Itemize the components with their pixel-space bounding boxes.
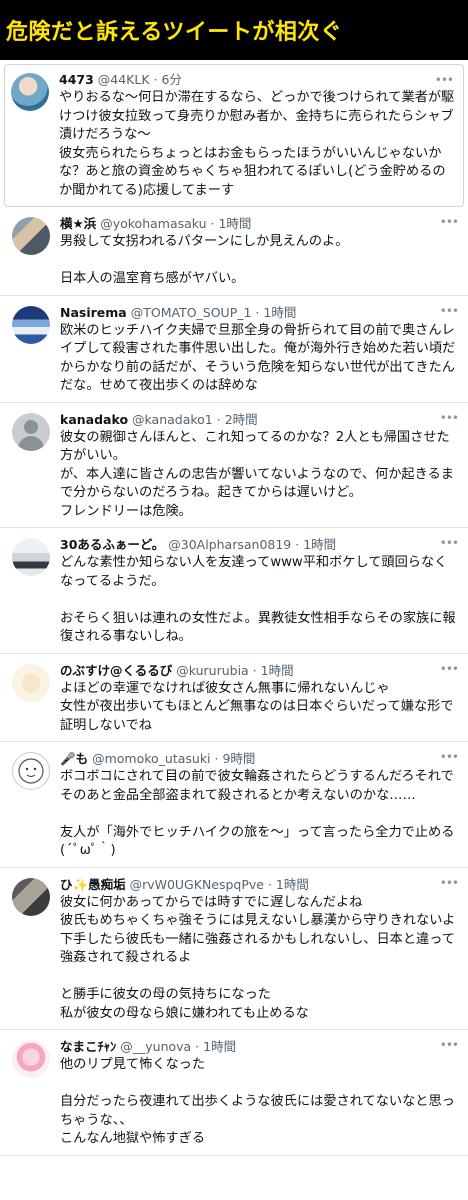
user-handle[interactable]: @yokohamasaku — [100, 216, 206, 231]
tweet-item[interactable]: 🎤も @momoko_utasuki · 9時間 ボコボコにされて目の前で彼女輪… — [0, 742, 468, 868]
tweet-text: 男殺して女拐われるパターンにしか見えんのよ。 日本人の温室育ち感がヤバい。 — [60, 234, 349, 286]
tweet-time[interactable]: 1時間 — [263, 305, 296, 320]
tweet-feed: 4473 @44KLK · 6分 やりおるな〜何日か滞在するなら、どっかで後つけ… — [0, 64, 468, 1156]
user-handle[interactable]: @TOMATO_SOUP_1 — [131, 305, 252, 320]
avatar[interactable] — [12, 1040, 50, 1078]
tweet-time[interactable]: 1時間 — [303, 537, 336, 552]
user-name[interactable]: 30あるふぁーど。 — [60, 537, 164, 552]
tweet-text: 他のリプ見て怖くなった 自分だったら夜連れて出歩くような彼氏には愛されてないなと… — [60, 1057, 455, 1146]
user-handle[interactable]: @rvW0UGKNespqPve — [130, 877, 264, 892]
more-dots-icon[interactable]: ••• — [440, 750, 459, 764]
tweet-text: 欧米のヒッチハイク夫婦で旦那全身の骨折られて目の前で奥さんレイプして殺害された事… — [60, 322, 456, 394]
more-dots-icon[interactable]: ••• — [440, 411, 459, 425]
tweet-time[interactable]: 9時間 — [222, 751, 255, 766]
headline-title: 危険だと訴えるツイートが相次ぐ — [6, 20, 343, 45]
tweet-item[interactable]: 30あるふぁーど。 @30Alpharsan0819 · 1時間 どんな素性か知… — [0, 528, 468, 654]
more-dots-icon[interactable]: ••• — [440, 1038, 459, 1052]
tweet-item[interactable]: Nasirema @TOMATO_SOUP_1 · 1時間 欧米のヒッチハイク夫… — [0, 296, 468, 403]
user-handle[interactable]: @momoko_utasuki — [92, 751, 210, 766]
user-handle[interactable]: @30Alpharsan0819 — [168, 537, 291, 552]
user-name[interactable]: 🎤も — [60, 751, 88, 766]
tweet-text: 彼女に何かあってからでは時すでに遅しなんだよね 彼氏もめちゃくちゃ強そうには見え… — [60, 894, 456, 1021]
user-handle[interactable]: @kanadako1 — [132, 412, 213, 427]
tweet-item[interactable]: なまこﾁｬﾝ @__yunova · 1時間 他のリプ見て怖くなった 自分だった… — [0, 1030, 468, 1156]
tweet-text: よほどの幸運でなければ彼女さん無事に帰れないんじゃ 女性が夜出歩いてもほとんど無… — [60, 680, 454, 733]
user-handle[interactable]: @__yunova — [120, 1039, 191, 1054]
more-dots-icon[interactable]: ••• — [440, 536, 459, 550]
more-dots-icon[interactable]: ••• — [440, 215, 459, 229]
user-name[interactable]: ひ✨愚痴垢 — [60, 877, 126, 892]
avatar[interactable] — [12, 217, 50, 255]
user-name[interactable]: kanadako — [60, 412, 128, 427]
tweet-item[interactable]: kanadako @kanadako1 · 2時間 彼女の親御さんほんと、これ知… — [0, 403, 468, 528]
avatar[interactable] — [12, 305, 50, 344]
more-dots-icon[interactable]: ••• — [435, 73, 454, 87]
tweet-text: ボコボコにされて目の前で彼女輪姦されたらどうするんだろそれでそのあと金品全部盗ま… — [60, 769, 455, 858]
user-handle[interactable]: @kururubia — [176, 663, 248, 678]
tweet-time[interactable]: 6分 — [161, 72, 181, 87]
tweet-item[interactable]: 横★浜 @yokohamasaku · 1時間 男殺して女拐われるパターンにしか… — [0, 207, 468, 296]
avatar[interactable] — [12, 663, 50, 702]
tweet-item[interactable]: ひ✨愚痴垢 @rvW0UGKNespqPve · 1時間 彼女に何かあってからで… — [0, 868, 468, 1030]
user-name[interactable]: なまこﾁｬﾝ — [60, 1039, 116, 1054]
more-dots-icon[interactable]: ••• — [440, 304, 459, 318]
avatar[interactable] — [12, 752, 50, 790]
user-name[interactable]: Nasirema — [60, 305, 127, 320]
tweet-text: やりおるな〜何日か滞在するなら、どっかで後つけられて業者が駆けつけ彼女拉致って身… — [59, 90, 455, 198]
tweet-item[interactable]: のぶすけ@くるるび @kururubia · 1時間 よほどの幸運でなければ彼女… — [0, 654, 468, 742]
tweet-text: どんな素性か知らない人を友達ってwww平和ボケして頭回らなくなってるようだ。 お… — [60, 555, 456, 644]
user-name[interactable]: 横★浜 — [60, 216, 96, 231]
avatar[interactable] — [12, 412, 50, 451]
user-name[interactable]: 4473 — [59, 72, 94, 87]
tweet-time[interactable]: 1時間 — [261, 663, 294, 678]
more-dots-icon[interactable]: ••• — [440, 876, 459, 890]
avatar[interactable] — [12, 877, 50, 916]
tweet-time[interactable]: 1時間 — [218, 216, 251, 231]
tweet-text: 彼女の親御さんほんと、これ知ってるのかな？2人とも帰国させた方がいい。 が、本人… — [60, 429, 454, 519]
tweet-item[interactable]: 4473 @44KLK · 6分 やりおるな〜何日か滞在するなら、どっかで後つけ… — [4, 64, 464, 207]
user-name[interactable]: のぶすけ@くるるび — [60, 663, 172, 678]
user-handle[interactable]: @44KLK — [98, 72, 150, 87]
headline-banner: 危険だと訴えるツイートが相次ぐ — [0, 0, 468, 60]
tweet-time[interactable]: 1時間 — [276, 877, 309, 892]
tweet-time[interactable]: 1時間 — [203, 1039, 236, 1054]
avatar[interactable] — [12, 538, 50, 576]
avatar[interactable] — [11, 73, 49, 111]
tweet-time[interactable]: 2時間 — [225, 412, 258, 427]
more-dots-icon[interactable]: ••• — [440, 662, 459, 676]
